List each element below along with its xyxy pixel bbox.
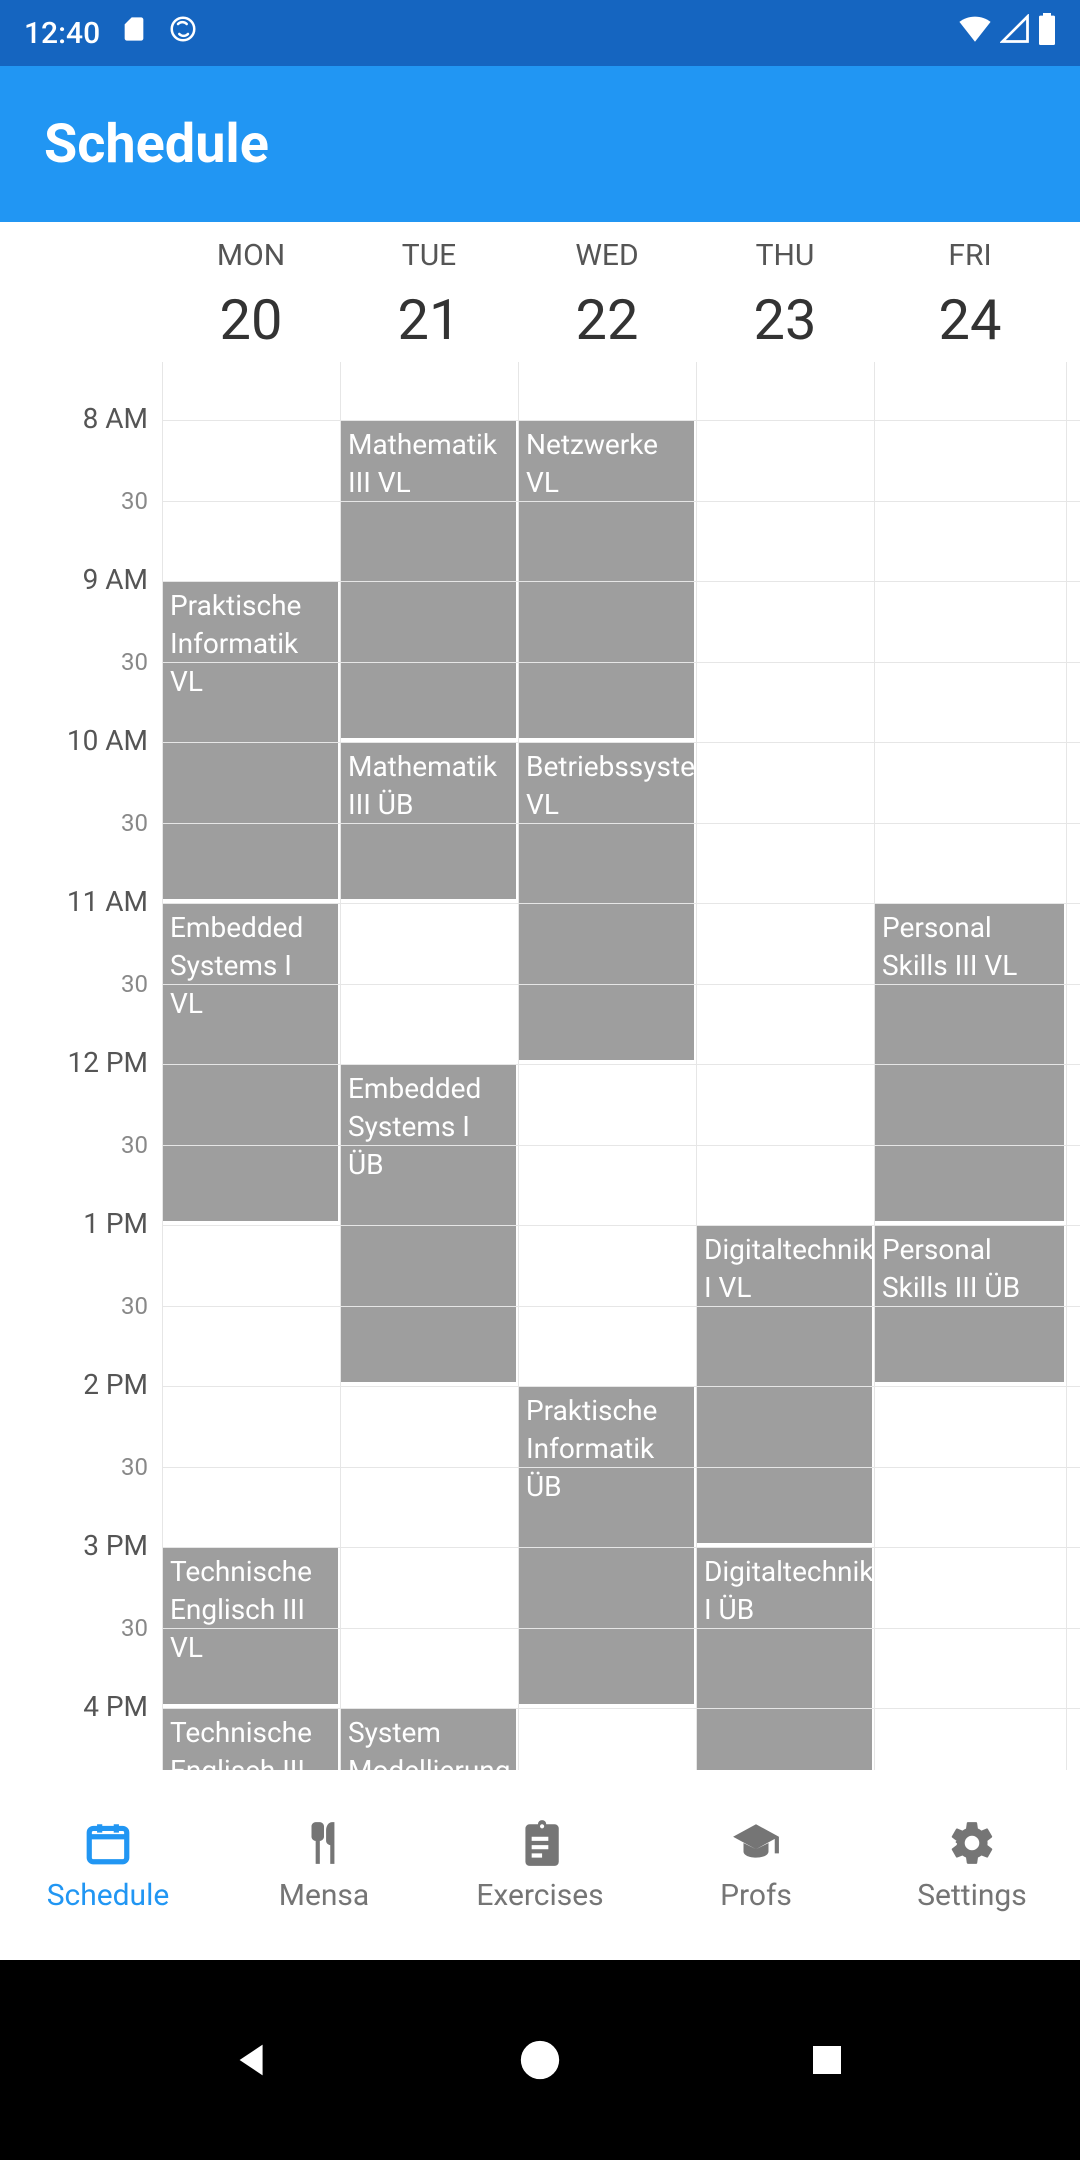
day-header-wed[interactable]: WED 22 xyxy=(518,232,696,362)
time-label-hour: 10 AM xyxy=(67,724,148,757)
time-label-half: 30 xyxy=(121,487,148,515)
nav-profs[interactable]: Profs xyxy=(648,1770,864,1960)
page-title: Schedule xyxy=(44,113,269,176)
day-header-thu[interactable]: THU 23 xyxy=(696,232,874,362)
event-wed-2[interactable]: Praktische Informatik ÜB xyxy=(518,1386,694,1706)
home-button[interactable] xyxy=(510,2030,570,2090)
time-label-half: 30 xyxy=(121,1292,148,1320)
time-label-half: 30 xyxy=(121,809,148,837)
time-label-hour: 11 AM xyxy=(67,885,148,918)
bottom-nav: Schedule Mensa Exercises Profs Settings xyxy=(0,1770,1080,1960)
event-fri-0[interactable]: Personal Skills III VL xyxy=(874,903,1064,1223)
time-label-hour: 8 AM xyxy=(83,402,148,435)
nav-schedule[interactable]: Schedule xyxy=(0,1770,216,1960)
grid-body: Praktische Informatik VLEmbedded Systems… xyxy=(162,362,1080,1790)
schedule-grid[interactable]: 8 AM 30 9 AM 30 10 AM 30 11 AM 30 12 PM 30 1 PM 30 2… xyxy=(0,362,1080,1790)
time-label-half: 30 xyxy=(121,1453,148,1481)
recent-button[interactable] xyxy=(797,2030,857,2090)
nav-exercises[interactable]: Exercises xyxy=(432,1770,648,1960)
time-label-hour: 12 PM xyxy=(67,1046,148,1079)
clipboard-icon xyxy=(515,1818,565,1868)
time-label-half: 30 xyxy=(121,970,148,998)
event-tue-2[interactable]: Embedded Systems I ÜB xyxy=(340,1064,516,1384)
event-thu-1[interactable]: Digitaltechnik I ÜB xyxy=(696,1547,872,1790)
day-col-mon: Praktische Informatik VLEmbedded Systems… xyxy=(162,362,340,1790)
day-header-fri[interactable]: FRI 24 xyxy=(874,232,1066,362)
restaurant-icon xyxy=(299,1818,349,1868)
signal-icon xyxy=(1000,14,1030,52)
event-thu-0[interactable]: Digitaltechnik I VL xyxy=(696,1225,872,1545)
sd-card-icon xyxy=(120,15,148,51)
battery-icon xyxy=(1038,13,1056,53)
system-nav xyxy=(0,1960,1080,2160)
time-label-half: 30 xyxy=(121,1614,148,1642)
event-mon-2[interactable]: Technische Englisch III VL xyxy=(162,1547,338,1706)
day-header-row: MON 20 TUE 21 WED 22 THU 23 FRI 24 xyxy=(0,222,1080,362)
day-col-wed: Netzwerke VLBetriebssysteme VL Praktische… xyxy=(518,362,696,1790)
event-mon-1[interactable]: Embedded Systems I VL xyxy=(162,903,338,1223)
time-gutter: 8 AM 30 9 AM 30 10 AM 30 11 AM 30 12 PM 30 1 PM 30 2… xyxy=(0,362,162,1790)
time-label-half: 30 xyxy=(121,1131,148,1159)
gear-icon xyxy=(947,1818,997,1868)
sync-disabled-icon xyxy=(168,14,198,52)
nav-mensa[interactable]: Mensa xyxy=(216,1770,432,1960)
time-label-hour: 4 PM xyxy=(83,1690,148,1723)
app-bar: Schedule xyxy=(0,66,1080,222)
status-time: 12:40 xyxy=(24,16,100,51)
time-label-hour: 9 AM xyxy=(83,563,148,596)
event-wed-0[interactable]: Netzwerke VL xyxy=(518,420,694,740)
time-label-hour: 3 PM xyxy=(83,1529,148,1562)
event-fri-1[interactable]: Personal Skills III ÜB xyxy=(874,1225,1064,1384)
time-label-hour: 2 PM xyxy=(83,1368,148,1401)
day-header-tue[interactable]: TUE 21 xyxy=(340,232,518,362)
back-button[interactable] xyxy=(223,2030,283,2090)
event-wed-1[interactable]: Betriebssysteme VL xyxy=(518,742,694,1062)
time-label-half: 30 xyxy=(121,648,148,676)
day-col-tue: Mathematik III VLMathematik III ÜB Embedd… xyxy=(340,362,518,1790)
event-mon-0[interactable]: Praktische Informatik VL xyxy=(162,581,338,901)
day-col-thu: Digitaltechnik I VLDigitaltechnik I ÜB xyxy=(696,362,874,1790)
event-tue-1[interactable]: Mathematik III ÜB xyxy=(340,742,516,901)
time-label-hour: 1 PM xyxy=(83,1207,148,1240)
event-tue-0[interactable]: Mathematik III VL xyxy=(340,420,516,740)
graduation-cap-icon xyxy=(731,1818,781,1868)
nav-settings[interactable]: Settings xyxy=(864,1770,1080,1960)
status-bar: 12:40 xyxy=(0,0,1080,66)
calendar-icon xyxy=(83,1818,133,1868)
wifi-icon xyxy=(958,12,992,54)
day-col-fri: Personal Skills III VLPersonal Skills II… xyxy=(874,362,1066,1790)
day-header-mon[interactable]: MON 20 xyxy=(162,232,340,362)
